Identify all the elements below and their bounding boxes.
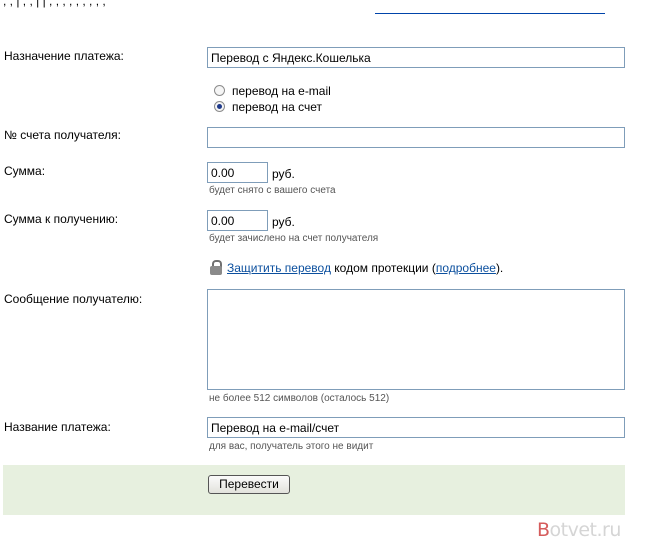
payment-purpose-input[interactable] — [207, 47, 625, 68]
amount-received-label: Сумма к получению: — [4, 212, 119, 226]
recipient-account-input[interactable] — [207, 127, 625, 148]
top-fragment-text: , , | , , | | , , , , , , , , , — [3, 0, 106, 8]
top-fragment-link-underline[interactable] — [375, 13, 605, 14]
radio-email-label: перевод на e-mail — [232, 84, 331, 98]
protection-line: Защитить перевод кодом протекции (подроб… — [209, 259, 503, 277]
protection-details-link[interactable]: подробнее — [436, 261, 496, 275]
payment-name-label: Название платежа: — [4, 420, 111, 434]
payment-purpose-label: Назначение платежа: — [4, 49, 124, 63]
submit-transfer-button[interactable]: Перевести — [208, 475, 290, 494]
message-label: Сообщение получателю: — [4, 292, 143, 306]
submit-area — [3, 465, 625, 515]
message-textarea[interactable] — [207, 289, 625, 390]
radio-account-circle[interactable] — [214, 101, 225, 112]
radio-account-label: перевод на счет — [232, 100, 323, 114]
payment-name-input[interactable] — [207, 417, 625, 438]
lock-icon — [209, 259, 223, 277]
amount-input[interactable] — [207, 162, 268, 183]
watermark-logo: Botvet.ru — [537, 519, 621, 541]
amount-label: Сумма: — [4, 164, 46, 178]
protection-end-text: ). — [495, 261, 504, 275]
watermark-rest: otvet.ru — [549, 519, 622, 541]
transfer-form-page: , , | , , | | , , , , , , , , , Назначен… — [0, 0, 645, 549]
amount-received-unit: руб. — [272, 215, 295, 229]
amount-unit: руб. — [272, 167, 295, 181]
amount-hint: будет снято с вашего счета — [209, 185, 336, 196]
protect-transfer-link[interactable]: Защитить перевод — [227, 261, 331, 275]
radio-email-circle[interactable] — [214, 85, 225, 96]
cut-off-top-text: , , | , , | | , , , , , , , , , — [3, 0, 605, 20]
amount-received-hint: будет зачислено на счет получателя — [209, 233, 379, 244]
watermark-first-letter: B — [537, 519, 550, 541]
protection-middle-text: кодом протекции ( — [330, 261, 436, 275]
payment-name-hint: для вас, получатель этого не видит — [209, 441, 374, 452]
recipient-account-label: № счета получателя: — [4, 128, 122, 142]
message-hint: не более 512 символов (осталось 512) — [209, 393, 390, 404]
amount-received-input[interactable] — [207, 210, 268, 231]
